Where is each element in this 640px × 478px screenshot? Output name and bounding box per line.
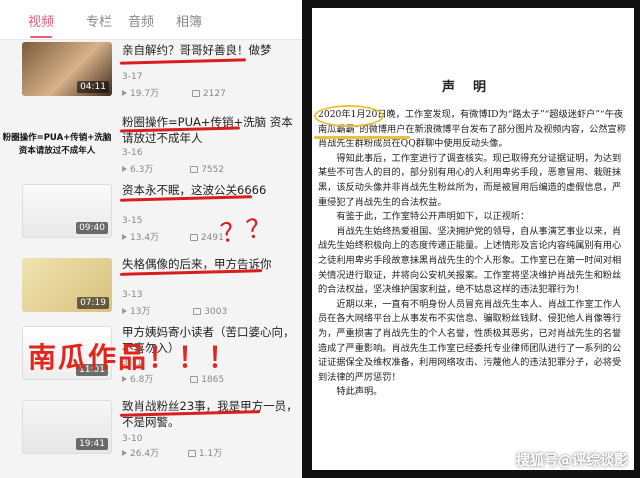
video-date: 3-13 bbox=[122, 290, 143, 300]
view-count: 13.4万 bbox=[130, 233, 160, 243]
danmaku-icon bbox=[187, 450, 196, 457]
tab-audio[interactable]: 音频 bbox=[128, 11, 154, 30]
video-stats: 6.3万 7552 bbox=[122, 162, 224, 175]
paragraph: 得知此事后，工作室进行了调查核实。现已取得充分证据证明，为达到某些不可告人的目的… bbox=[318, 152, 622, 208]
play-icon bbox=[122, 90, 127, 96]
view-count: 26.4万 bbox=[130, 449, 160, 459]
video-stats: 13.4万 2491 bbox=[122, 230, 224, 243]
danmaku-count: 3003 bbox=[204, 307, 228, 317]
video-date: 3-15 bbox=[122, 216, 143, 226]
statement-panel: 声明 2020年1月20日晚，工作室发现，有微博ID为“路太子”“超级迷虾户”“… bbox=[302, 0, 640, 478]
video-thumbnail[interactable]: 04:11 bbox=[22, 42, 112, 96]
view-count: 6.3万 bbox=[130, 165, 154, 175]
duration-badge: 07:19 bbox=[77, 297, 109, 309]
play-icon bbox=[122, 308, 127, 314]
duration-badge: 09:40 bbox=[76, 222, 108, 234]
duration-badge: 04:11 bbox=[77, 81, 109, 93]
highlight-circle bbox=[314, 105, 384, 127]
marker-underline bbox=[119, 58, 247, 65]
play-icon bbox=[122, 234, 127, 240]
view-count: 13万 bbox=[130, 307, 151, 317]
danmaku-icon bbox=[189, 234, 198, 241]
tab-column[interactable]: 专栏 bbox=[86, 11, 112, 30]
danmaku-icon bbox=[190, 376, 199, 383]
tab-album[interactable]: 相簿 bbox=[176, 11, 202, 30]
video-date: 3-17 bbox=[122, 72, 143, 82]
danmaku-count: 7552 bbox=[201, 165, 225, 175]
highlight-underline bbox=[314, 136, 410, 139]
video-stats: 26.4万 1.1万 bbox=[122, 446, 222, 459]
paragraph: 有鉴于此，工作室特公开声明如下，以正视听： bbox=[336, 211, 530, 223]
danmaku-count: 1.1万 bbox=[198, 449, 223, 459]
tab-video[interactable]: 视频 bbox=[28, 11, 54, 38]
thumbnail-caption: 粉圈操作=PUA+传销+洗脑 资本请放过不成年人 bbox=[2, 132, 112, 158]
video-stats: 19.7万 2127 bbox=[122, 86, 226, 99]
video-thumbnail[interactable]: 19:41 bbox=[22, 400, 112, 454]
question-mark-scribble: ？？ bbox=[218, 212, 275, 250]
list-item[interactable]: 04:11 亲自解约？哥哥好善良！做梦 3-17 19.7万 2127 bbox=[0, 36, 302, 112]
paragraph: 特此声明。 bbox=[336, 386, 383, 398]
danmaku-icon bbox=[193, 308, 202, 315]
play-icon bbox=[122, 166, 127, 172]
video-date: 3-10 bbox=[122, 434, 143, 444]
play-icon bbox=[122, 376, 127, 382]
list-item[interactable]: 19:41 致肖战粉丝23事，我是甲方一员，不是网警。 3-10 26.4万 1… bbox=[0, 396, 302, 472]
paragraph: 近期以来，一直有不明身份人员冒充肖战先生本人、肖战工作室工作人员在各大网络平台上… bbox=[318, 298, 622, 383]
document-body: 2020年1月20日晚，工作室发现，有微博ID为“路太子”“超级迷虾户”“午夜南… bbox=[318, 108, 630, 400]
tab-bar: 视频 专栏 音频 相簿 bbox=[0, 0, 302, 40]
overlay-annotation: 南瓜作品！！！ bbox=[28, 341, 239, 374]
duration-badge: 19:41 bbox=[76, 438, 108, 450]
danmaku-count: 1865 bbox=[201, 375, 225, 385]
play-icon bbox=[122, 450, 127, 456]
view-count: 19.7万 bbox=[130, 89, 160, 99]
video-thumbnail[interactable]: 07:19 bbox=[22, 258, 112, 312]
video-stats: 13万 3003 bbox=[122, 304, 227, 317]
video-title[interactable]: 亲自解约？哥哥好善良！做梦 bbox=[122, 42, 298, 58]
danmaku-icon bbox=[190, 166, 199, 173]
list-item[interactable]: 07:19 失格偶像的后来，甲方告诉你 3-13 13万 3003 bbox=[0, 254, 302, 330]
video-date: 3-16 bbox=[122, 148, 143, 158]
document-title: 声明 bbox=[441, 80, 504, 95]
danmaku-icon bbox=[191, 90, 200, 97]
watermark: 搜狐号@评综谈影 bbox=[516, 453, 628, 469]
video-list-screen: 视频 专栏 音频 相簿 04:11 亲自解约？哥哥好善良！做梦 3-17 19.… bbox=[0, 0, 302, 478]
statement-document: 声明 2020年1月20日晚，工作室发现，有微博ID为“路太子”“超级迷虾户”“… bbox=[312, 8, 634, 470]
paragraph: 肖战先生始终热爱祖国、坚决拥护党的领导，自从事演艺事业以来，肖战先生始终积极向上… bbox=[318, 225, 622, 296]
video-thumbnail[interactable]: 09:40 bbox=[22, 184, 112, 238]
danmaku-count: 2127 bbox=[202, 89, 226, 99]
